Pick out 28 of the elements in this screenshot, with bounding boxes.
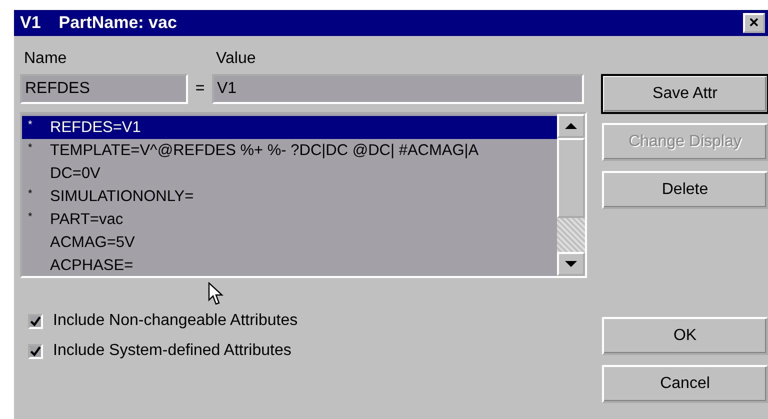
name-field[interactable]: REFDES (20, 74, 188, 104)
scroll-up-button[interactable] (557, 114, 585, 138)
dialog-button[interactable]: Cancel (602, 365, 768, 403)
checkbox[interactable] (28, 344, 43, 358)
attribute-action-button[interactable]: Save Attr (602, 75, 768, 113)
attribute-item[interactable]: ACMAG=5V (22, 231, 557, 254)
value-field[interactable]: V1 (212, 74, 584, 104)
attribute-action-button[interactable]: Delete (602, 171, 768, 209)
mouse-pointer-icon (208, 282, 224, 306)
checkbox[interactable] (28, 314, 43, 328)
checkbox-label[interactable]: Include System-defined Attributes (53, 342, 292, 360)
attribute-item[interactable]: * PART=vac (22, 208, 557, 231)
name-label: Name (24, 50, 68, 69)
dialog-button[interactable]: OK (602, 317, 768, 355)
window-title: V1 (20, 13, 41, 33)
equals-sign: = (194, 80, 206, 98)
scrollbar[interactable] (557, 114, 585, 276)
value-label: Value (216, 50, 256, 69)
attribute-item[interactable]: * TEMPLATE=V^@REFDES %+ %- ?DC|DC @DC| #ACMAG|A (22, 139, 557, 162)
attribute-item[interactable]: * SIMULATIONONLY= (22, 185, 557, 208)
close-button[interactable]: ✕ (743, 13, 765, 33)
scroll-thumb[interactable] (557, 138, 585, 218)
attribute-item[interactable]: ACPHASE= (22, 254, 557, 276)
attribute-item[interactable]: * REFDES=V1 (22, 116, 557, 139)
attribute-item[interactable]: DC=0V (22, 162, 557, 185)
window-subtitle: PartName: vac (58, 13, 178, 33)
scroll-down-button[interactable] (557, 252, 585, 276)
checkbox-label[interactable]: Include Non-changeable Attributes (53, 312, 298, 330)
